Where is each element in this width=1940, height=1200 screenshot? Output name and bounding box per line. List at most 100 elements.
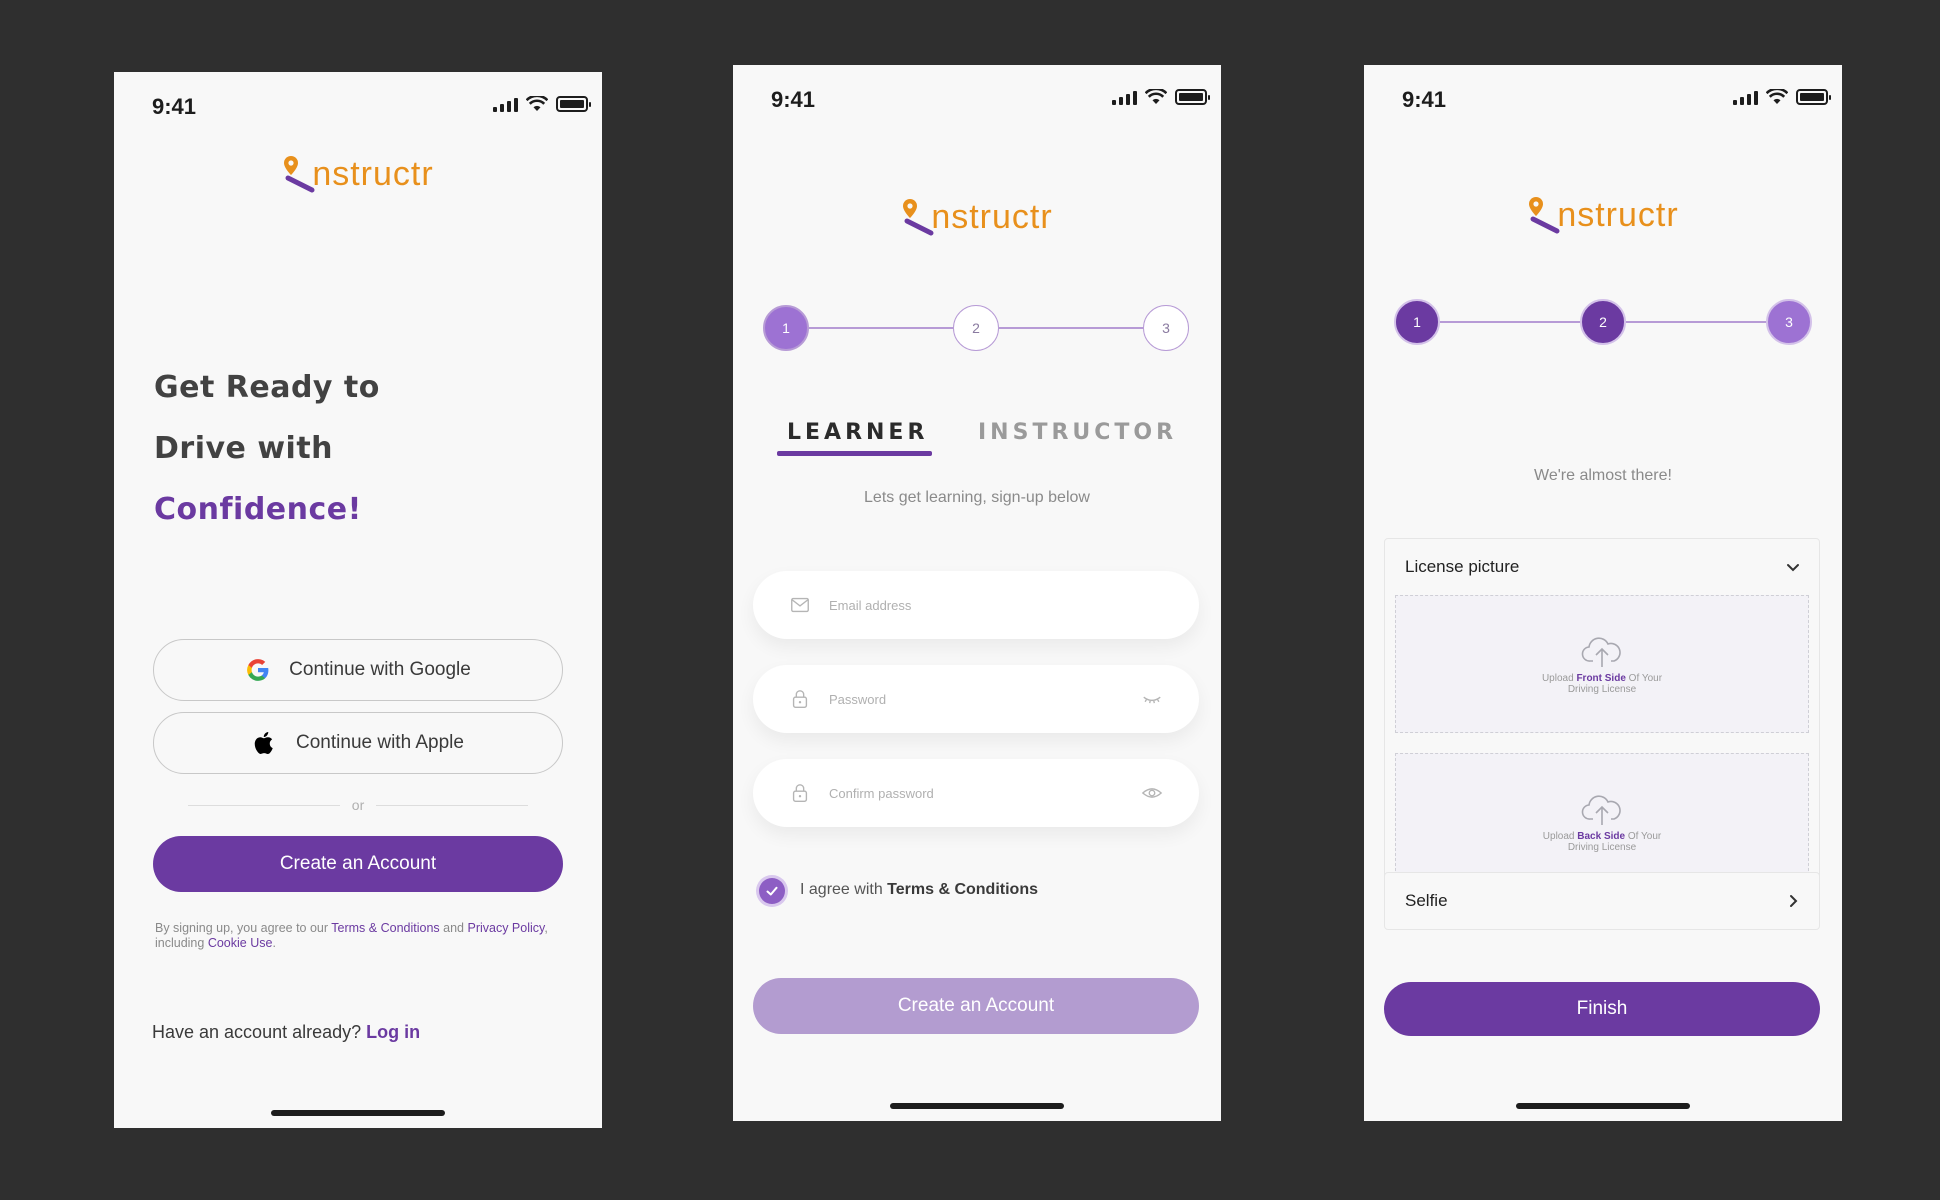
continue-google-button[interactable]: Continue with Google	[153, 639, 563, 701]
create-account-label: Create an Account	[897, 995, 1055, 1016]
apple-button-label: Continue with Apple	[296, 732, 464, 753]
chevron-down-icon	[1787, 564, 1799, 572]
selfie-label: Selfie	[1405, 891, 1448, 910]
license-picture-label: License picture	[1405, 557, 1520, 576]
terms-link[interactable]: Terms & Conditions	[331, 921, 439, 935]
license-picture-header[interactable]: License picture	[1385, 539, 1819, 595]
selfie-header[interactable]: Selfie	[1385, 873, 1819, 929]
step-1: 1	[1394, 299, 1440, 345]
upload-front-side[interactable]: Upload Front Side Of Your Driving Licens…	[1395, 595, 1809, 733]
location-pin-icon	[1529, 197, 1560, 234]
apple-icon	[254, 731, 273, 754]
logo-text: nstructr	[1557, 196, 1679, 234]
terms-agreement: I agree with Terms & Conditions	[800, 881, 1038, 899]
password-field[interactable]: Password	[753, 665, 1199, 733]
app-logo: nstructr	[733, 197, 1221, 237]
chevron-right-icon	[1790, 895, 1798, 907]
legal-and: and	[443, 921, 464, 935]
terms-checkbox[interactable]	[759, 878, 785, 904]
finish-label: Finish	[1576, 998, 1628, 1019]
mail-icon	[791, 597, 809, 613]
headline-accent: Confidence!	[154, 492, 362, 527]
login-prompt: Have an account already? Log in	[152, 1022, 420, 1043]
checkmark-icon	[766, 886, 778, 896]
upload-front-text: Upload Front Side Of Your Driving Licens…	[1527, 673, 1677, 695]
active-tab-indicator	[777, 451, 932, 456]
email-placeholder: Email address	[829, 597, 912, 613]
home-indicator	[271, 1110, 445, 1116]
selfie-section[interactable]: Selfie	[1384, 872, 1820, 930]
license-picture-section: License picture Upload Front Side Of You…	[1384, 538, 1820, 912]
google-icon	[247, 659, 269, 681]
status-bar: 9:41	[1364, 83, 1842, 113]
eye-closed-icon[interactable]	[1141, 688, 1163, 710]
privacy-link[interactable]: Privacy Policy	[467, 921, 544, 935]
lock-icon	[792, 784, 808, 802]
tab-instructor[interactable]: INSTRUCTOR	[978, 420, 1177, 445]
stepper-line	[999, 327, 1143, 329]
location-pin-icon	[284, 156, 315, 193]
cookie-link[interactable]: Cookie Use	[208, 936, 273, 950]
license-upload-screen: 9:41 nstructr 1 2 3 We're almost there! …	[1364, 65, 1842, 1121]
app-logo: nstructr	[1364, 195, 1842, 235]
cloud-upload-icon	[1581, 637, 1621, 667]
agree-prefix: I agree with	[800, 881, 883, 898]
wifi-icon	[526, 96, 548, 111]
almost-there-subtitle: We're almost there!	[1534, 467, 1672, 484]
wifi-icon	[1145, 89, 1167, 104]
legal-text: By signing up, you agree to our Terms & …	[155, 921, 565, 951]
confirm-password-field[interactable]: Confirm password	[753, 759, 1199, 827]
upload-back-side[interactable]: Upload Back Side Of Your Driving License	[1395, 753, 1809, 891]
continue-apple-button[interactable]: Continue with Apple	[153, 712, 563, 774]
signup-subtitle: Lets get learning, sign-up below	[864, 489, 1090, 506]
password-placeholder: Password	[829, 691, 887, 707]
signup-screen: 9:41 nstructr 1 2 3 LEARNER INSTRUCTOR L…	[733, 65, 1221, 1121]
headline-line: Get Ready to	[154, 370, 380, 405]
battery-icon	[1175, 89, 1210, 105]
welcome-screen: 9:41 nstructr Get Ready to Drive with Co…	[114, 72, 602, 1128]
home-indicator	[1516, 1103, 1690, 1109]
cloud-upload-icon	[1581, 795, 1621, 825]
agree-terms-link[interactable]: Terms & Conditions	[887, 881, 1038, 898]
upload-back-text: Upload Back Side Of Your Driving License	[1527, 831, 1677, 853]
step-2: 2	[953, 305, 999, 351]
login-link[interactable]: Log in	[366, 1022, 420, 1042]
or-label: or	[351, 797, 365, 813]
headline-line: Drive with	[154, 431, 334, 466]
status-time: 9:41	[1402, 87, 1447, 112]
status-bar: 9:41	[114, 90, 602, 120]
upload-side: Front Side	[1576, 673, 1626, 684]
eye-icon[interactable]	[1141, 782, 1163, 804]
login-prompt-text: Have an account already?	[152, 1022, 362, 1042]
lock-icon	[792, 690, 808, 708]
confirm-password-placeholder: Confirm password	[829, 785, 934, 801]
location-pin-icon	[903, 199, 934, 236]
create-account-button[interactable]: Create an Account	[153, 836, 563, 892]
status-bar: 9:41	[733, 83, 1221, 113]
step-3: 3	[1143, 305, 1189, 351]
cellular-signal-icon	[1112, 89, 1137, 105]
create-account-label: Create an Account	[279, 853, 437, 874]
cellular-signal-icon	[1733, 89, 1758, 105]
status-time: 9:41	[771, 87, 816, 112]
app-logo: nstructr	[114, 154, 602, 194]
stepper-line	[1626, 321, 1766, 323]
status-time: 9:41	[152, 94, 197, 119]
home-indicator	[890, 1103, 1064, 1109]
logo-text: nstructr	[931, 198, 1053, 236]
upload-prefix: Upload	[1541, 673, 1574, 684]
battery-icon	[1796, 89, 1831, 105]
create-account-button-disabled[interactable]: Create an Account	[753, 978, 1199, 1034]
email-field[interactable]: Email address	[753, 571, 1199, 639]
welcome-headline: Get Ready to Drive with Confidence!	[154, 357, 380, 540]
legal-end: .	[272, 936, 276, 950]
signup-stepper: 1 2 3	[763, 305, 1191, 351]
tab-learner[interactable]: LEARNER	[787, 420, 928, 445]
step-1: 1	[763, 305, 809, 351]
battery-icon	[556, 96, 591, 112]
finish-button[interactable]: Finish	[1384, 982, 1820, 1036]
signup-stepper: 1 2 3	[1394, 299, 1812, 345]
legal-prefix: By signing up, you agree to our	[155, 921, 329, 935]
google-button-label: Continue with Google	[289, 659, 471, 680]
wifi-icon	[1766, 89, 1788, 104]
